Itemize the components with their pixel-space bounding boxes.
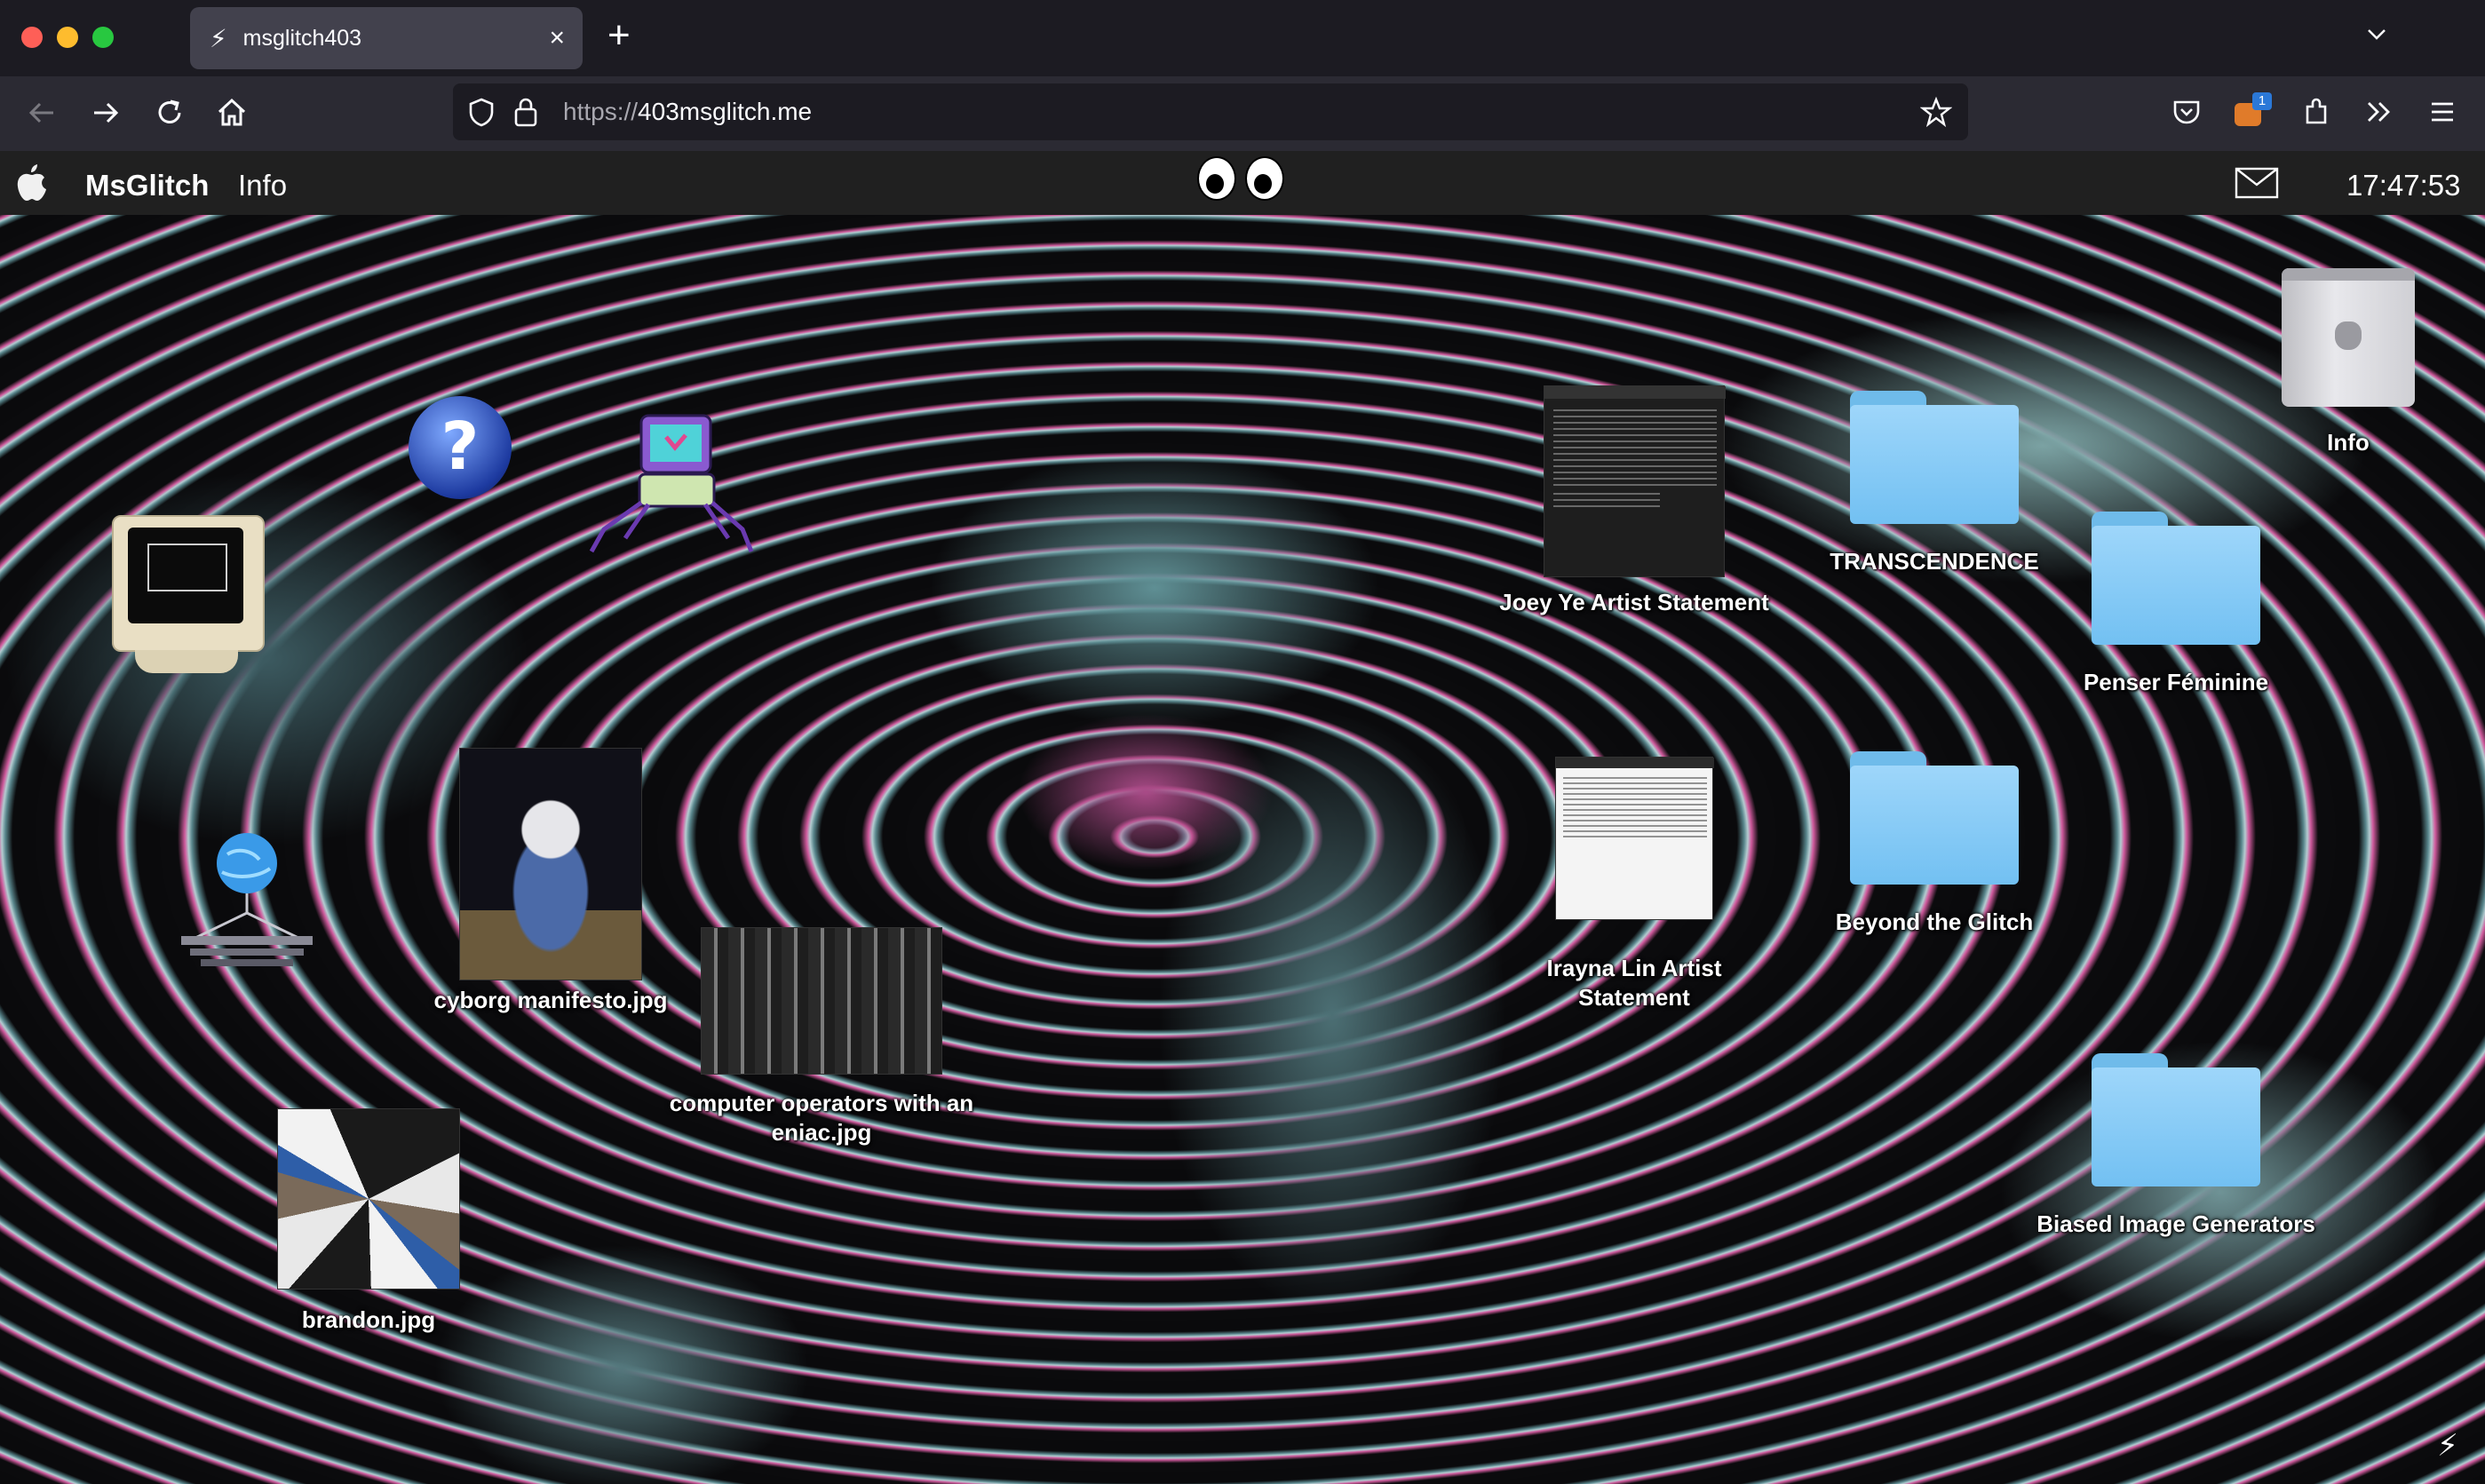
globe-network-icon[interactable] (174, 828, 316, 970)
file-cyborg-manifesto[interactable]: cyborg manifesto.jpg (417, 748, 684, 1015)
folder-label: Beyond the Glitch (1835, 909, 2034, 935)
menubar-clock: 17:47:53 (2346, 169, 2461, 202)
back-arrow-icon[interactable] (25, 96, 59, 130)
extension-icon[interactable] (2300, 96, 2332, 128)
shield-icon[interactable] (465, 96, 497, 128)
pocket-icon[interactable] (2171, 96, 2203, 128)
reload-icon[interactable] (153, 96, 187, 130)
mail-icon[interactable] (2235, 167, 2279, 199)
folder-label: TRANSCENDENCE (1830, 548, 2039, 575)
folder-label: Biased Image Generators (2036, 1210, 2315, 1237)
document-irayna-lin-artist-statement[interactable]: Irayna Lin Artist Statement (1474, 757, 1794, 1012)
folder-beyond-the-glitch[interactable]: Beyond the Glitch (1801, 751, 2068, 937)
eniac-thumbnail (701, 927, 942, 1075)
tab-msglitch403[interactable]: ⚡︎ msglitch403 × (190, 7, 583, 69)
folder-label: Penser Féminine (2083, 669, 2269, 695)
lightning-icon[interactable]: ⚡︎ (2437, 1428, 2458, 1464)
file-label: Joey Ye Artist Statement (1499, 589, 1769, 615)
document-joey-ye-artist-statement[interactable]: Joey Ye Artist Statement (1474, 385, 1794, 617)
file-label: Irayna Lin Artist Statement (1546, 955, 1722, 1011)
forward-arrow-icon[interactable] (89, 96, 123, 130)
folder-icon (2092, 1053, 2260, 1186)
close-window-button[interactable] (21, 27, 43, 48)
star-icon[interactable] (1920, 96, 1952, 128)
question-globe-icon[interactable]: ? (409, 396, 512, 499)
overflow-icon[interactable] (2362, 96, 2394, 128)
folder-biased-image-generators[interactable]: Biased Image Generators (2016, 1053, 2336, 1239)
retro-computer-icon[interactable] (108, 515, 265, 680)
hamburger-icon[interactable] (2426, 96, 2458, 128)
site-brand[interactable]: MsGlitch (85, 169, 209, 202)
apple-icon[interactable] (12, 162, 52, 204)
file-brandon[interactable]: brandon.jpg (268, 1108, 469, 1335)
brandon-thumbnail (277, 1108, 460, 1290)
file-label: computer operators with an eniac.jpg (669, 1090, 974, 1146)
folder-icon (2092, 512, 2260, 645)
cyborg-manifesto-thumbnail (459, 748, 642, 980)
lock-icon[interactable] (512, 96, 540, 128)
text-document-thumbnail (1544, 385, 1726, 577)
info-label: Info (2327, 429, 2370, 456)
tab-title: msglitch403 (242, 25, 362, 51)
folder-icon (1850, 391, 2019, 524)
url-bar[interactable]: https://403msglitch.me (453, 83, 1968, 140)
extension-badge: 1 (2252, 92, 2272, 110)
info-mac-pro[interactable]: Info (2259, 268, 2437, 457)
file-label: brandon.jpg (301, 1306, 436, 1333)
folder-transcendence[interactable]: TRANSCENDENCE (1801, 391, 2068, 576)
zoom-window-button[interactable] (92, 27, 114, 48)
site-menubar (0, 151, 2485, 215)
mac-pro-icon (2282, 268, 2415, 407)
minimize-window-button[interactable] (57, 27, 78, 48)
file-label: cyborg manifesto.jpg (433, 987, 668, 1013)
spider-robot-icon[interactable] (586, 405, 755, 556)
home-icon[interactable] (215, 96, 249, 130)
text-document-thumbnail (1555, 757, 1714, 920)
chevron-down-icon[interactable] (2366, 23, 2387, 44)
folder-icon (1850, 751, 2019, 885)
new-tab-button[interactable]: + (607, 16, 631, 55)
url-text[interactable]: https://403msglitch.me (563, 98, 812, 126)
extension-fox-icon[interactable]: 1 (2233, 92, 2272, 128)
tab-close-icon[interactable]: × (549, 23, 565, 53)
folder-penser-feminine[interactable]: Penser Féminine (2043, 512, 2309, 697)
lightning-icon: ⚡︎ (210, 24, 227, 52)
menu-info[interactable]: Info (238, 169, 287, 202)
file-computer-operators-eniac[interactable]: computer operators with an eniac.jpg (657, 927, 986, 1147)
